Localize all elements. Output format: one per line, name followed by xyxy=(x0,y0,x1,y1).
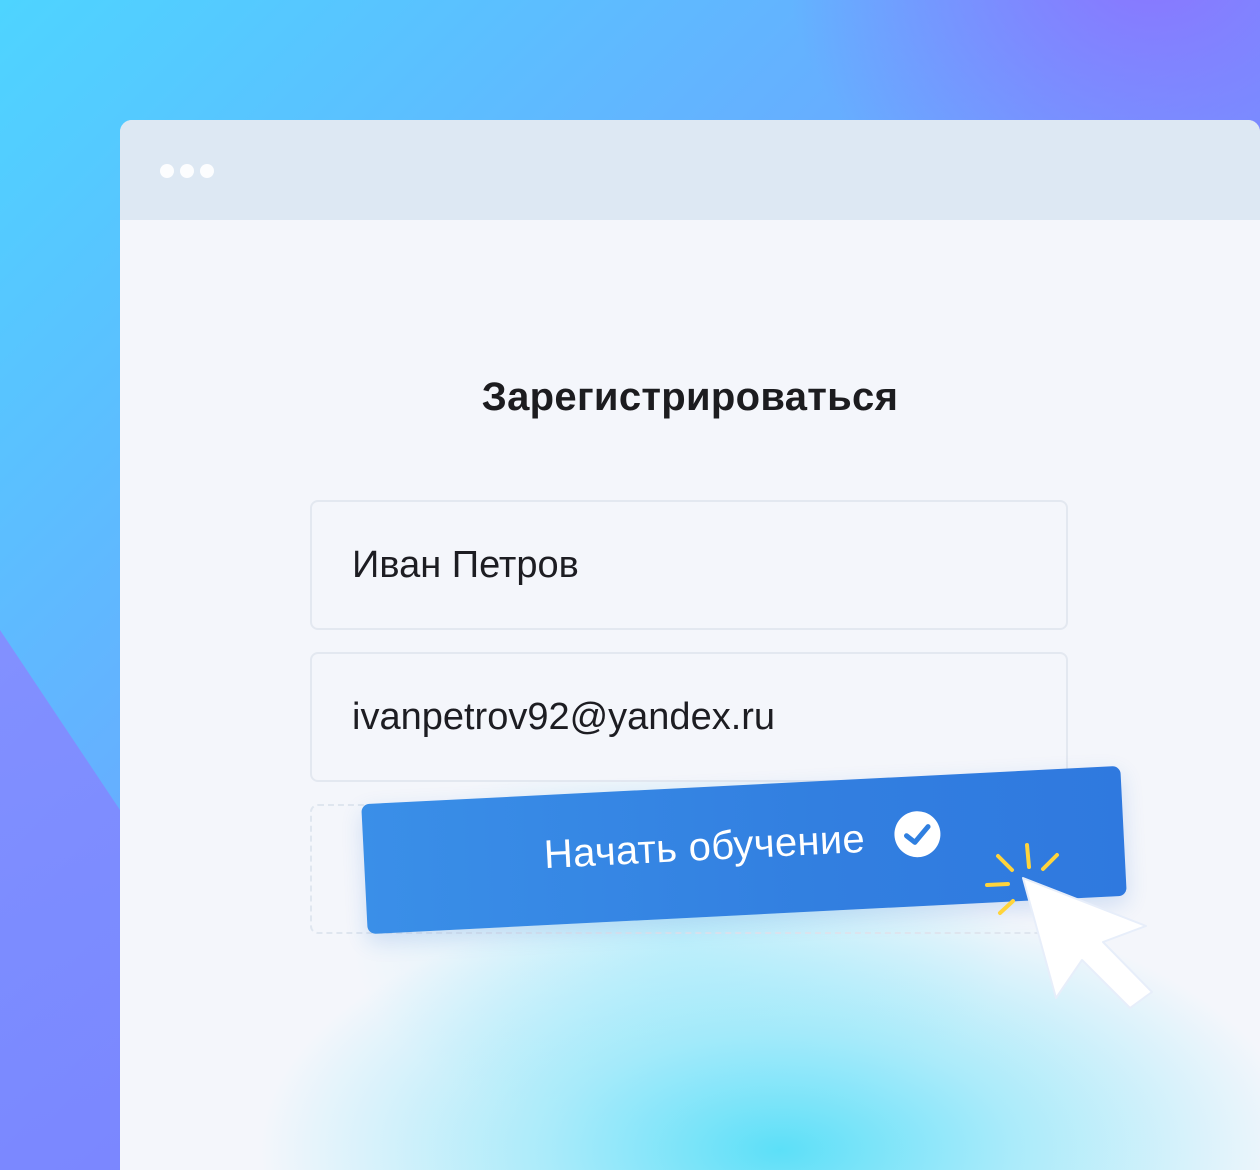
check-circle-icon xyxy=(894,811,941,858)
mouse-cursor-icon xyxy=(1022,877,1153,1009)
start-learning-label: Начать обучение xyxy=(542,816,866,878)
email-field[interactable] xyxy=(310,652,1068,782)
form-title: Зарегистрироваться xyxy=(481,375,899,419)
window-control-dot[interactable] xyxy=(200,164,214,178)
name-field[interactable] xyxy=(310,500,1068,630)
window-control-dot[interactable] xyxy=(160,164,174,178)
window-titlebar xyxy=(120,120,1260,220)
window-control-dot[interactable] xyxy=(180,164,194,178)
